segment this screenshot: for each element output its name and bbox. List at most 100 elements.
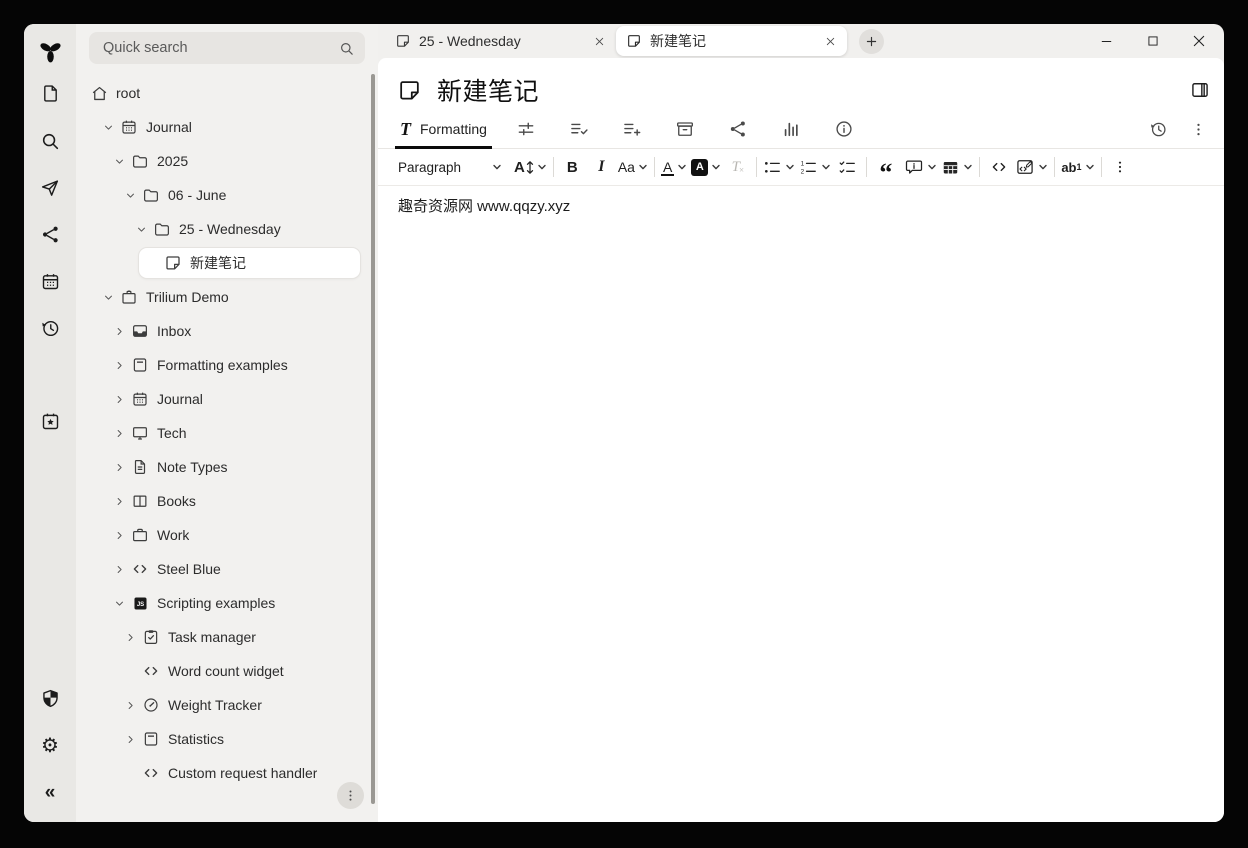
tab-wednesday[interactable]: 25 - Wednesday <box>385 26 616 56</box>
tree-item-wednesday[interactable]: 25 - Wednesday <box>76 212 378 246</box>
tree-item-journal[interactable]: Journal <box>76 110 378 144</box>
ribbon-tab-note-paths[interactable] <box>659 110 712 148</box>
todo-list-button[interactable] <box>835 153 860 181</box>
minimize-button[interactable] <box>1098 33 1115 50</box>
font-family-dropdown[interactable]: Aa <box>618 153 648 181</box>
tree-item-label: 2025 <box>157 153 188 169</box>
inline-code-button[interactable] <box>986 153 1011 181</box>
background-color-dropdown[interactable]: A <box>691 153 721 181</box>
toolbar-more-button[interactable] <box>1108 153 1133 181</box>
tree-item-task-manager[interactable]: Task manager <box>76 620 378 654</box>
ribbon-tab-inherited-attributes[interactable] <box>606 110 659 148</box>
settings-button[interactable]: ⚙ <box>24 722 76 769</box>
new-note-button[interactable] <box>24 70 76 117</box>
remove-format-button[interactable]: T× <box>725 153 750 181</box>
ribbon-tab-owned-attributes[interactable] <box>553 110 606 148</box>
ribbon-tab-basic-properties[interactable] <box>500 110 553 148</box>
chevron-right-icon[interactable] <box>110 359 129 372</box>
quick-search-input[interactable] <box>101 39 338 57</box>
chevron-right-icon[interactable] <box>110 461 129 474</box>
maximize-button[interactable] <box>1144 33 1161 50</box>
bookmarked-calendar-button[interactable] <box>24 398 76 445</box>
chevron-right-icon[interactable] <box>110 427 129 440</box>
chevron-down-icon <box>1085 162 1095 172</box>
code-block-dropdown[interactable] <box>1015 153 1048 181</box>
tree-item-custom-request-handler[interactable]: Custom request handler <box>76 756 378 790</box>
ribbon-tab-similar-notes[interactable] <box>765 110 818 148</box>
tree-item-scripting-examples[interactable]: Scripting examples <box>76 586 378 620</box>
note-map-button[interactable] <box>24 211 76 258</box>
tree-item-steel-blue[interactable]: Steel Blue <box>76 552 378 586</box>
paragraph-style-dropdown[interactable]: Paragraph <box>394 153 506 181</box>
jump-to-note-button[interactable] <box>24 164 76 211</box>
ribbon-tab-note-map[interactable] <box>712 110 765 148</box>
tree-item-work[interactable]: Work <box>76 518 378 552</box>
tab-new-note[interactable]: 新建笔记 <box>616 26 847 56</box>
tree-item-statistics[interactable]: Statistics <box>76 722 378 756</box>
chevron-right-icon[interactable] <box>110 529 129 542</box>
insert-table-dropdown[interactable] <box>941 153 973 181</box>
tree-item-trilium-demo[interactable]: Trilium Demo <box>76 280 378 314</box>
chevron-right-icon[interactable] <box>121 699 140 712</box>
chevron-right-icon[interactable] <box>110 495 129 508</box>
protected-session-button[interactable] <box>24 675 76 722</box>
close-tab-icon[interactable] <box>590 32 608 50</box>
chevron-down-icon[interactable] <box>132 223 151 236</box>
tree-item-2025[interactable]: 2025 <box>76 144 378 178</box>
chevron-right-icon[interactable] <box>121 733 140 746</box>
chevron-right-icon[interactable] <box>110 393 129 406</box>
tree-item-inbox[interactable]: Inbox <box>76 314 378 348</box>
block-quote-button[interactable]: “ <box>873 147 898 187</box>
tree-item-tech[interactable]: Tech <box>76 416 378 450</box>
tree-item-formatting-examples[interactable]: Formatting examples <box>76 348 378 382</box>
tree-scrollbar[interactable] <box>371 74 375 804</box>
collapse-tree-button[interactable]: « <box>24 769 76 816</box>
chevron-right-icon[interactable] <box>110 563 129 576</box>
tree-item-note-types[interactable]: Note Types <box>76 450 378 484</box>
bulleted-list-dropdown[interactable] <box>763 153 795 181</box>
tab-title: 25 - Wednesday <box>419 33 582 49</box>
recent-changes-icon <box>40 318 61 339</box>
ribbon-icon-tabs <box>500 110 871 148</box>
note-actions-button[interactable] <box>1190 110 1207 148</box>
ribbon-tab-formatting[interactable]: T Formatting <box>397 110 490 148</box>
tree-item-new-note[interactable]: 新建笔记 <box>76 246 378 280</box>
chevron-down-icon[interactable] <box>110 597 129 610</box>
font-size-dropdown[interactable]: A <box>514 153 547 181</box>
ribbon-tab-note-info[interactable] <box>818 110 871 148</box>
footnote-dropdown[interactable]: ab1 <box>1061 153 1094 181</box>
admonition-dropdown[interactable] <box>904 153 937 181</box>
tree-item-journal-demo[interactable]: Journal <box>76 382 378 416</box>
chevron-down-icon[interactable] <box>99 291 118 304</box>
chevron-down-icon[interactable] <box>110 155 129 168</box>
chevron-down-icon[interactable] <box>99 121 118 134</box>
search-button[interactable] <box>24 117 76 164</box>
book-content-icon <box>141 730 161 748</box>
toggle-right-pane-button[interactable] <box>1190 80 1210 100</box>
note-title[interactable]: 新建笔记 <box>437 72 539 108</box>
chevron-right-icon[interactable] <box>121 631 140 644</box>
note-revisions-button[interactable] <box>1149 110 1168 148</box>
font-color-dropdown[interactable]: A <box>661 153 687 181</box>
close-button[interactable] <box>1190 33 1207 50</box>
numbered-list-dropdown[interactable]: 12 <box>799 153 831 181</box>
italic-button[interactable]: I <box>589 153 614 181</box>
chevron-down-icon[interactable] <box>121 189 140 202</box>
bold-button[interactable]: B <box>560 153 585 181</box>
tree-item-word-count-widget[interactable]: Word count widget <box>76 654 378 688</box>
font-size-label: A <box>514 159 525 176</box>
close-tab-icon[interactable] <box>821 32 839 50</box>
new-tab-button[interactable] <box>859 29 884 54</box>
note-editor[interactable]: 趣奇资源网 www.qqzy.xyz <box>378 186 1224 822</box>
quick-search-box[interactable] <box>89 32 365 64</box>
note-icon <box>163 254 183 272</box>
recent-changes-button[interactable] <box>24 305 76 352</box>
calendar-button[interactable] <box>24 258 76 305</box>
chevron-right-icon[interactable] <box>110 325 129 338</box>
tree-item-weight-tracker[interactable]: Weight Tracker <box>76 688 378 722</box>
tree-item-root[interactable]: root <box>76 76 378 110</box>
tree-actions-button[interactable] <box>337 782 364 809</box>
tree-item-books[interactable]: Books <box>76 484 378 518</box>
home-icon <box>89 84 109 103</box>
tree-item-june[interactable]: 06 - June <box>76 178 378 212</box>
